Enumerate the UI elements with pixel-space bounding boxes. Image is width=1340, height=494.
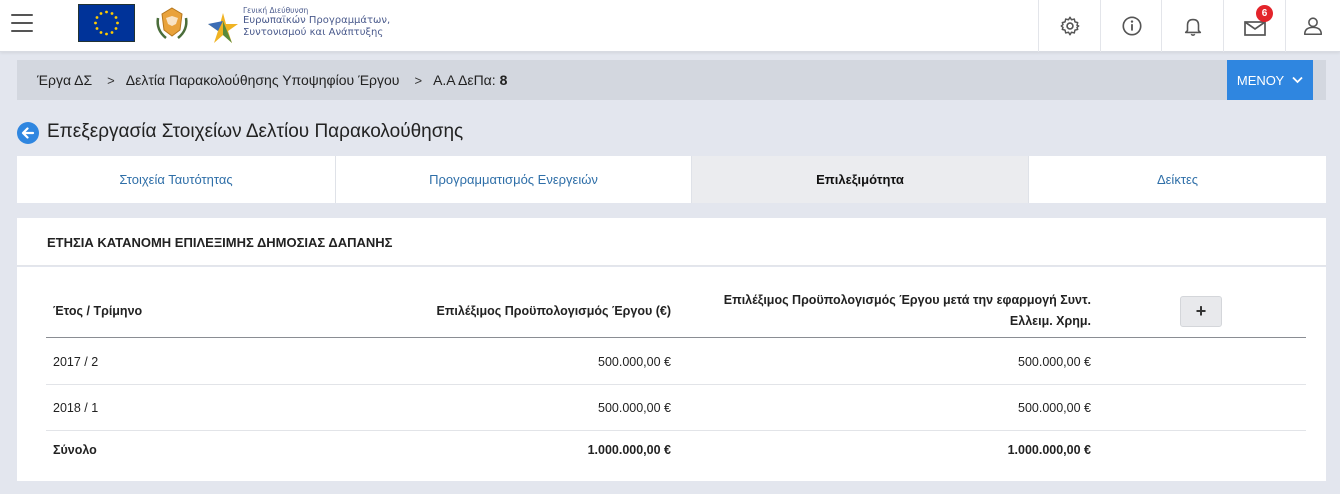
arrow-left-icon xyxy=(21,127,35,139)
settings-button[interactable] xyxy=(1038,0,1100,52)
page-title: Επεξεργασία Στοιχείων Δελτίου Παρακολούθ… xyxy=(47,121,464,142)
user-profile-button[interactable] xyxy=(1285,0,1340,52)
chevron-down-icon xyxy=(1292,76,1303,84)
menu-button[interactable]: ΜΕΝΟΥ xyxy=(1227,60,1313,100)
cell-budget: 500.000,00 € xyxy=(598,355,671,369)
info-icon xyxy=(1121,16,1142,36)
column-header-budget: Επιλέξιμος Προϋπολογισμός Έργου (€) xyxy=(436,304,671,318)
breadcrumb-item-projects[interactable]: Έργα ΔΣ xyxy=(37,72,92,88)
mail-count-badge: 6 xyxy=(1256,5,1273,22)
table-row: 2018 / 1 500.000,00 € 500.000,00 € xyxy=(46,385,1306,431)
eligibility-table: Έτος / Τρίμηνο Επιλέξιμος Προϋπολογισμός… xyxy=(17,267,1326,481)
tab-identity[interactable]: Στοιχεία Ταυτότητας xyxy=(17,156,336,203)
column-header-year: Έτος / Τρίμηνο xyxy=(53,304,143,318)
menu-button-label: ΜΕΝΟΥ xyxy=(1236,72,1285,88)
table-row: 2017 / 2 500.000,00 € 500.000,00 € xyxy=(46,339,1306,385)
breadcrumb: Έργα ΔΣ > Δελτία Παρακολούθησης Υποψηφίο… xyxy=(37,60,507,100)
top-header: Γενική Διεύθυνση Ευρωπαϊκών Προγραμμάτων… xyxy=(0,0,1340,52)
section-title: ΕΤΗΣΙΑ ΚΑΤΑΝΟΜΗ ΕΠΙΛΕΞΙΜΗΣ ΔΗΜΟΣΙΑΣ ΔΑΠΑ… xyxy=(47,235,393,250)
cell-budget: 500.000,00 € xyxy=(598,401,671,415)
cell-total-budget: 1.000.000,00 € xyxy=(587,443,671,457)
tab-indicators[interactable]: Δείκτες xyxy=(1029,156,1326,203)
cell-budget-after: 500.000,00 € xyxy=(1018,401,1091,415)
messages-button[interactable]: 6 xyxy=(1223,0,1285,52)
chevron-right-icon: > xyxy=(414,72,423,88)
cyprus-emblem-logo xyxy=(152,4,192,44)
hamburger-menu-icon[interactable] xyxy=(11,14,33,34)
breadcrumb-item-current-label: Α.Α ΔεΠα: xyxy=(433,72,496,88)
cell-budget-after: 500.000,00 € xyxy=(1018,355,1091,369)
column-header-budget-after-line2: Ελλειμ. Χρημ. xyxy=(1009,314,1091,328)
breadcrumb-item-current-value: 8 xyxy=(499,72,508,88)
bell-icon xyxy=(1184,18,1201,36)
breadcrumb-bar: Έργα ΔΣ > Δελτία Παρακολούθησης Υποψηφίο… xyxy=(17,60,1326,100)
settings-icon xyxy=(1060,16,1079,36)
section-header: ΕΤΗΣΙΑ ΚΑΤΑΝΟΜΗ ΕΠΙΛΕΞΙΜΗΣ ΔΗΜΟΣΙΑΣ ΔΑΠΑ… xyxy=(17,218,1326,266)
info-button[interactable] xyxy=(1100,0,1162,52)
column-header-budget-after: Επιλέξιμος Προϋπολογισμός Έργου μετά την… xyxy=(724,290,1091,332)
back-button[interactable] xyxy=(17,122,39,144)
eu-flag-logo xyxy=(78,4,135,42)
column-header-budget-after-line1: Επιλέξιμος Προϋπολογισμός Έργου μετά την… xyxy=(723,293,1091,307)
logo-text-line3: Συντονισμού και Ανάπτυξης xyxy=(243,27,384,38)
chevron-right-icon: > xyxy=(107,72,115,88)
directorate-star-icon xyxy=(208,13,238,43)
logo-text-line2: Ευρωπαϊκών Προγραμμάτων, xyxy=(243,15,391,26)
cell-period: 2018 / 1 xyxy=(53,401,99,415)
table-header: Έτος / Τρίμηνο Επιλέξιμος Προϋπολογισμός… xyxy=(46,290,1306,338)
cell-total-label: Σύνολο xyxy=(53,443,97,457)
directorate-logo: Γενική Διεύθυνση Ευρωπαϊκών Προγραμμάτων… xyxy=(206,3,396,47)
tab-eligibility[interactable]: Επιλεξιμότητα xyxy=(692,156,1029,203)
tab-bar: Στοιχεία Ταυτότητας Προγραμματισμός Ενερ… xyxy=(17,156,1326,203)
table-total-row: Σύνολο 1.000.000,00 € 1.000.000,00 € xyxy=(46,431,1306,469)
cell-period: 2017 / 2 xyxy=(53,355,99,369)
logo-text-line1: Γενική Διεύθυνση xyxy=(243,6,309,15)
cell-total-budget-after: 1.000.000,00 € xyxy=(1007,443,1091,457)
user-icon xyxy=(1303,17,1323,36)
breadcrumb-item-reports[interactable]: Δελτία Παρακολούθησης Υποψηφίου Έργου xyxy=(126,72,400,88)
tab-action-planning[interactable]: Προγραμματισμός Ενεργειών xyxy=(336,156,692,203)
add-row-button[interactable]: + xyxy=(1180,296,1222,327)
notifications-button[interactable] xyxy=(1161,0,1223,52)
